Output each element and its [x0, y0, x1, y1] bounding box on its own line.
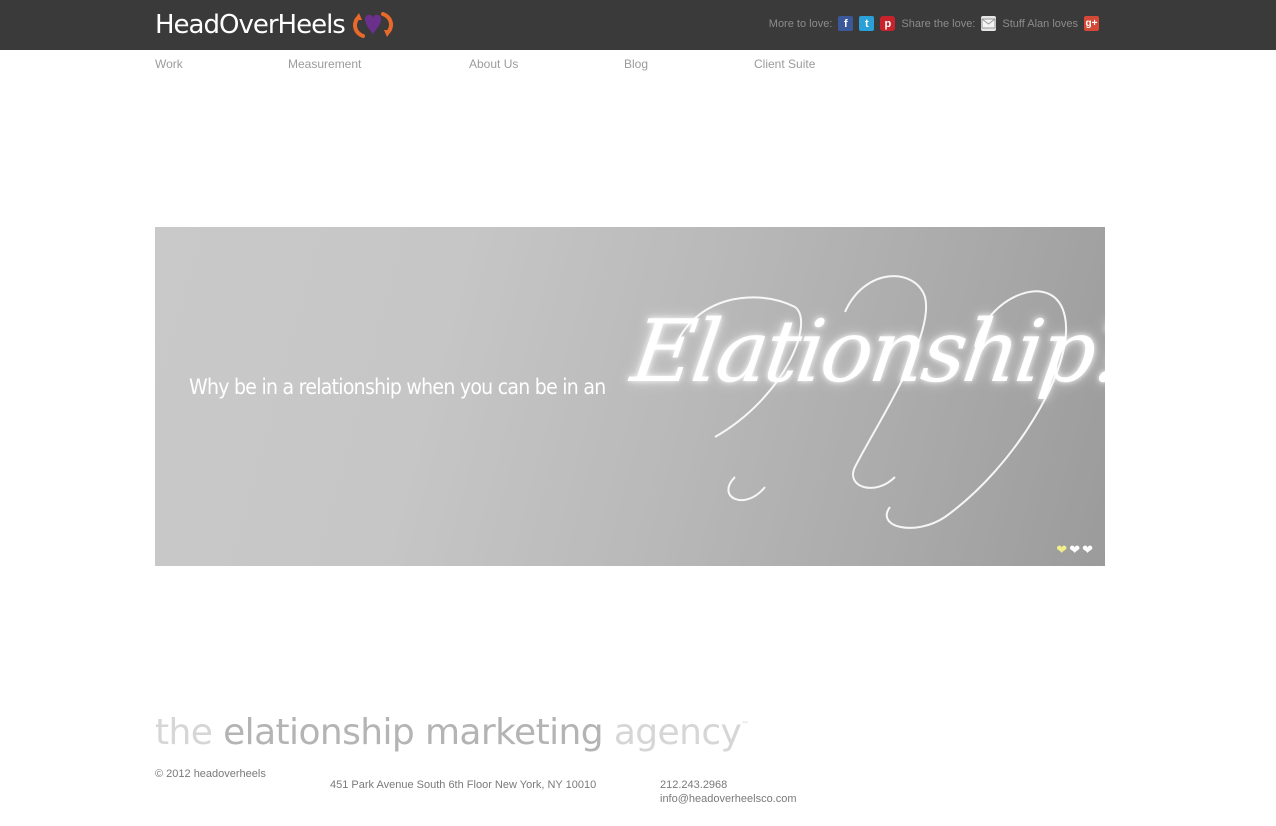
nav-item-measurement[interactable]: Measurement [288, 57, 361, 71]
nav-item-blog[interactable]: Blog [624, 57, 648, 71]
hero-banner[interactable]: Why be in a relationship when you can be… [155, 227, 1105, 566]
stuff-alan-loves-label: Stuff Alan loves [1002, 17, 1078, 30]
logo-text: HeadOverHeels [155, 10, 346, 40]
more-to-love-label: More to love: [768, 17, 833, 30]
mail-icon[interactable] [981, 16, 997, 31]
tagline-part-3: agency [603, 712, 742, 753]
pinterest-icon[interactable]: p [880, 16, 896, 31]
top-bar: HeadOverHeels More to love: f t p Share … [0, 0, 1276, 50]
tagline-part-1: the [155, 712, 224, 753]
footer-copyright: © 2012 headoverheels [155, 768, 266, 780]
footer-email[interactable]: info@headoverheelsco.com [660, 793, 797, 805]
main-nav: Work Measurement About Us Blog Client Su… [0, 57, 1276, 71]
agency-tagline: the elationship marketing agency™ [155, 712, 749, 753]
slider-dots: ❤ ❤ ❤ [1056, 543, 1093, 556]
hero-script-word: Elationship? [625, 302, 1105, 402]
slide-dot-3[interactable]: ❤ [1082, 543, 1093, 556]
footer-address: 451 Park Avenue South 6th Floor New York… [330, 779, 597, 791]
slide-dot-1[interactable]: ❤ [1056, 543, 1067, 556]
nav-item-about-us[interactable]: About Us [469, 57, 518, 71]
google-plus-icon[interactable]: g+ [1084, 16, 1099, 31]
logo-hearts-icon [352, 12, 393, 38]
twitter-icon[interactable]: t [859, 16, 875, 31]
slide-dot-2[interactable]: ❤ [1069, 543, 1080, 556]
facebook-icon[interactable]: f [838, 16, 854, 31]
hero-subtitle: Why be in a relationship when you can be… [189, 375, 606, 399]
trademark-symbol: ™ [741, 720, 749, 729]
tagline-part-2: elationship marketing [223, 712, 603, 753]
nav-item-work[interactable]: Work [155, 57, 183, 71]
footer-phone: 212.243.2968 [660, 779, 728, 791]
logo[interactable]: HeadOverHeels [155, 9, 395, 41]
nav-item-client-suite[interactable]: Client Suite [754, 57, 815, 71]
social-links: More to love: f t p Share the love: Stuf… [769, 16, 1105, 31]
share-the-love-label: Share the love: [901, 17, 976, 30]
